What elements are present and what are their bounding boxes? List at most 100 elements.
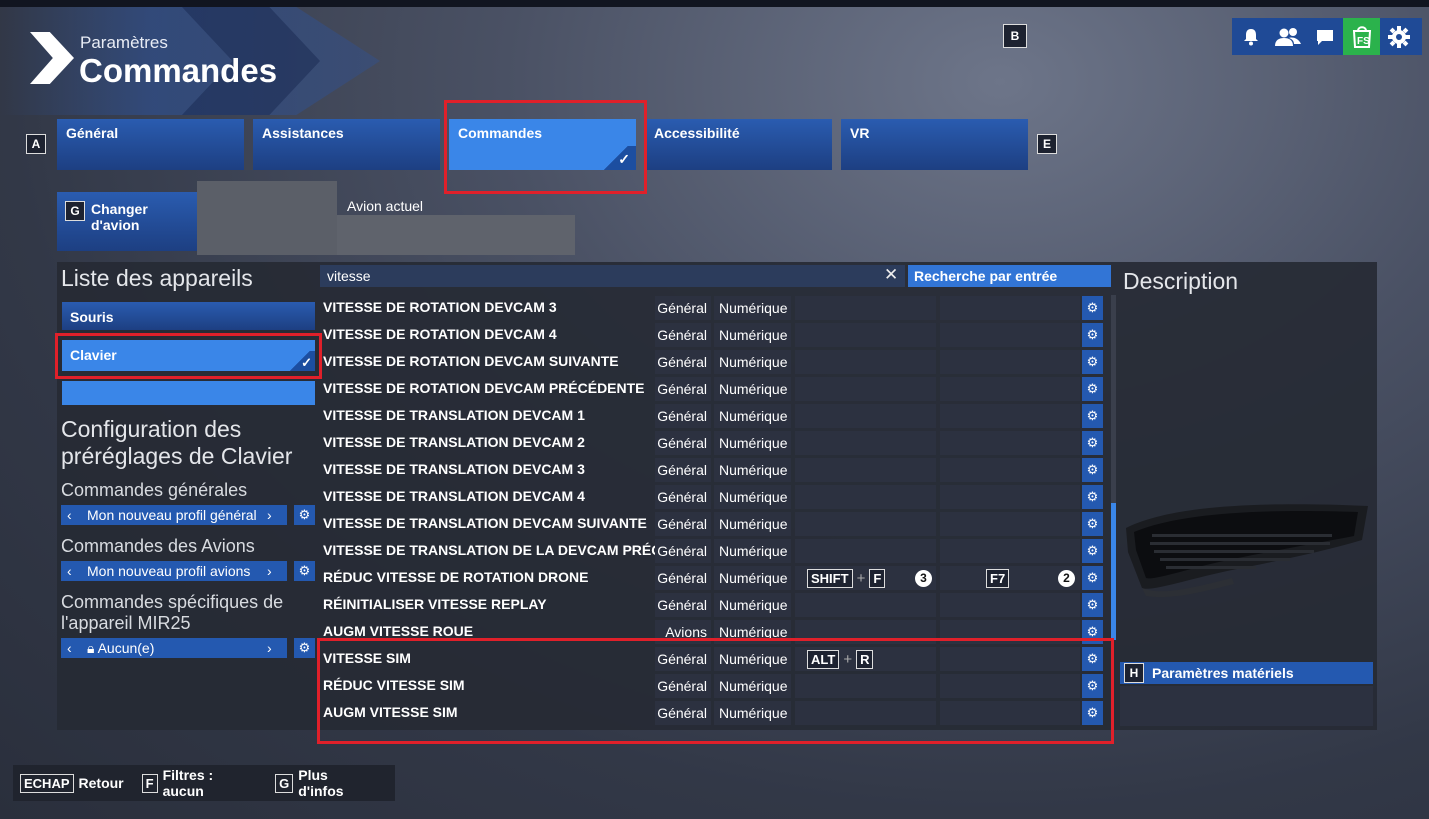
binding-gear-icon[interactable]: ⚙ — [1082, 404, 1103, 428]
binding-slot-2[interactable] — [940, 539, 1080, 563]
conflict-count-badge[interactable]: 2 — [1058, 569, 1075, 587]
conflict-count-badge[interactable]: 3 — [915, 569, 932, 587]
binding-slot-2[interactable] — [940, 296, 1080, 320]
chevron-left-icon[interactable]: ‹ — [67, 507, 81, 523]
binding-slot-2[interactable]: F7 2 — [940, 566, 1080, 590]
back-button[interactable]: ECHAP Retour — [20, 773, 124, 793]
chevron-right-icon[interactable]: › — [267, 640, 281, 656]
clear-search-icon[interactable]: ✕ — [884, 265, 898, 285]
planes-profile-gear-icon[interactable]: ⚙ — [294, 561, 315, 581]
binding-row[interactable]: VITESSE DE TRANSLATION DEVCAM 2 Général Nu… — [320, 431, 1105, 455]
bell-icon[interactable] — [1232, 18, 1269, 55]
binding-slot-2[interactable] — [940, 404, 1080, 428]
top-strip — [0, 0, 1429, 7]
binding-slot-1[interactable]: SHIFT + F 3 — [795, 566, 936, 590]
binding-name: VITESSE DE ROTATION DEVCAM SUIVANTE — [323, 353, 619, 369]
chevron-right-icon[interactable]: › — [267, 563, 281, 579]
binding-category: Général — [655, 431, 711, 455]
device-item-empty[interactable] — [62, 381, 315, 405]
binding-row[interactable]: VITESSE DE TRANSLATION DEVCAM 4 Général Nu… — [320, 485, 1105, 509]
binding-type: Numérique — [714, 512, 791, 536]
binding-slot-2[interactable] — [940, 485, 1080, 509]
binding-row[interactable]: RÉDUC VITESSE DE ROTATION DRONE Général Nu… — [320, 566, 1105, 590]
binding-row[interactable]: VITESSE DE TRANSLATION DEVCAM 1 Général Nu… — [320, 404, 1105, 428]
device-profile-selector[interactable]: ‹ 🔒︎ Aucun(e) › — [61, 638, 287, 658]
tab-general[interactable]: Général — [57, 119, 244, 170]
binding-name: VITESSE DE TRANSLATION DEVCAM 3 — [323, 461, 585, 477]
hardware-settings-label: Paramètres matériels — [1152, 665, 1294, 681]
chevron-right-icon[interactable]: › — [267, 507, 281, 523]
binding-row[interactable]: VITESSE DE ROTATION DEVCAM SUIVANTE Génér… — [320, 350, 1105, 374]
binding-gear-icon[interactable]: ⚙ — [1082, 539, 1103, 563]
binding-slot-1[interactable] — [795, 485, 936, 509]
binding-slot-1[interactable] — [795, 431, 936, 455]
filters-button[interactable]: F Filtres : aucun — [141, 767, 257, 799]
binding-slot-1[interactable] — [795, 512, 936, 536]
gear-icon[interactable] — [1380, 18, 1417, 55]
binding-slot-1[interactable] — [795, 323, 936, 347]
binding-name: VITESSE DE ROTATION DEVCAM 3 — [323, 299, 557, 315]
binding-gear-icon[interactable]: ⚙ — [1082, 431, 1103, 455]
binding-gear-icon[interactable]: ⚙ — [1082, 323, 1103, 347]
binding-category: Général — [655, 350, 711, 374]
binding-type: Numérique — [714, 377, 791, 401]
chevron-left-icon[interactable]: ‹ — [67, 563, 81, 579]
binding-row[interactable]: RÉINITIALISER VITESSE REPLAY Général Numér… — [320, 593, 1105, 617]
binding-row[interactable]: VITESSE DE ROTATION DEVCAM PRÉCÉDENTE Gén… — [320, 377, 1105, 401]
binding-slot-1[interactable] — [795, 404, 936, 428]
binding-gear-icon[interactable]: ⚙ — [1082, 296, 1103, 320]
chat-icon[interactable] — [1306, 18, 1343, 55]
binding-row[interactable]: VITESSE DE TRANSLATION DEVCAM 3 Général Nu… — [320, 458, 1105, 482]
planes-profile-selector[interactable]: ‹ Mon nouveau profil avions › — [61, 561, 287, 581]
binding-gear-icon[interactable]: ⚙ — [1082, 350, 1103, 374]
binding-slot-1[interactable] — [795, 539, 936, 563]
binding-slot-2[interactable] — [940, 593, 1080, 617]
device-profile-gear-icon[interactable]: ⚙ — [294, 638, 315, 658]
general-profile-value: Mon nouveau profil général — [87, 507, 257, 523]
filters-label: Filtres : aucun — [162, 767, 214, 799]
binding-type: Numérique — [714, 539, 791, 563]
binding-slot-2[interactable] — [940, 512, 1080, 536]
binding-category: Général — [655, 539, 711, 563]
tab-vr[interactable]: VR — [841, 119, 1028, 170]
scrollbar-thumb[interactable] — [1111, 503, 1116, 640]
binding-gear-icon[interactable]: ⚙ — [1082, 593, 1103, 617]
binding-row[interactable]: VITESSE DE ROTATION DEVCAM 3 Général Numér… — [320, 296, 1105, 320]
binding-gear-icon[interactable]: ⚙ — [1082, 458, 1103, 482]
plane-name-redacted — [337, 215, 575, 255]
binding-gear-icon[interactable]: ⚙ — [1082, 566, 1103, 590]
hardware-settings-button[interactable]: H Paramètres matériels — [1120, 662, 1373, 684]
binding-row[interactable]: VITESSE DE ROTATION DEVCAM 4 Général Numér… — [320, 323, 1105, 347]
binding-gear-icon[interactable]: ⚙ — [1082, 377, 1103, 401]
binding-name: RÉINITIALISER VITESSE REPLAY — [323, 596, 547, 612]
search-input[interactable]: vitesse — [320, 265, 905, 287]
binding-slot-1[interactable] — [795, 593, 936, 617]
friends-icon[interactable] — [1269, 18, 1306, 55]
binding-slot-2[interactable] — [940, 350, 1080, 374]
binding-row[interactable]: VITESSE DE TRANSLATION DEVCAM SUIVANTE Gé… — [320, 512, 1105, 536]
binding-slot-1[interactable] — [795, 458, 936, 482]
binding-slot-1[interactable] — [795, 350, 936, 374]
chevron-left-icon[interactable]: ‹ — [67, 640, 81, 656]
tab-assistances[interactable]: Assistances — [253, 119, 440, 170]
binding-type: Numérique — [714, 431, 791, 455]
binding-slot-1[interactable] — [795, 296, 936, 320]
binding-slot-1[interactable] — [795, 377, 936, 401]
search-by-input-button[interactable]: Recherche par entrée — [908, 265, 1111, 287]
binding-row[interactable]: VITESSE DE TRANSLATION DE LA DEVCAM PRÉC… — [320, 539, 1105, 563]
change-plane-button[interactable]: G Changer d'avion — [57, 192, 197, 251]
general-profile-gear-icon[interactable]: ⚙ — [294, 505, 315, 525]
binding-gear-icon[interactable]: ⚙ — [1082, 512, 1103, 536]
device-item-souris[interactable]: Souris — [62, 302, 315, 330]
tab-accessibilite[interactable]: Accessibilité — [645, 119, 832, 170]
binding-slot-2[interactable] — [940, 323, 1080, 347]
keyhint-f: F — [141, 773, 158, 793]
binding-slot-2[interactable] — [940, 431, 1080, 455]
binding-gear-icon[interactable]: ⚙ — [1082, 485, 1103, 509]
general-profile-selector[interactable]: ‹ Mon nouveau profil général › — [61, 505, 287, 525]
binding-slot-2[interactable] — [940, 377, 1080, 401]
keyhint-echap: ECHAP — [20, 773, 74, 793]
marketplace-icon[interactable]: FS — [1343, 18, 1380, 55]
more-info-button[interactable]: G Plus d'infos — [275, 767, 376, 799]
binding-slot-2[interactable] — [940, 458, 1080, 482]
